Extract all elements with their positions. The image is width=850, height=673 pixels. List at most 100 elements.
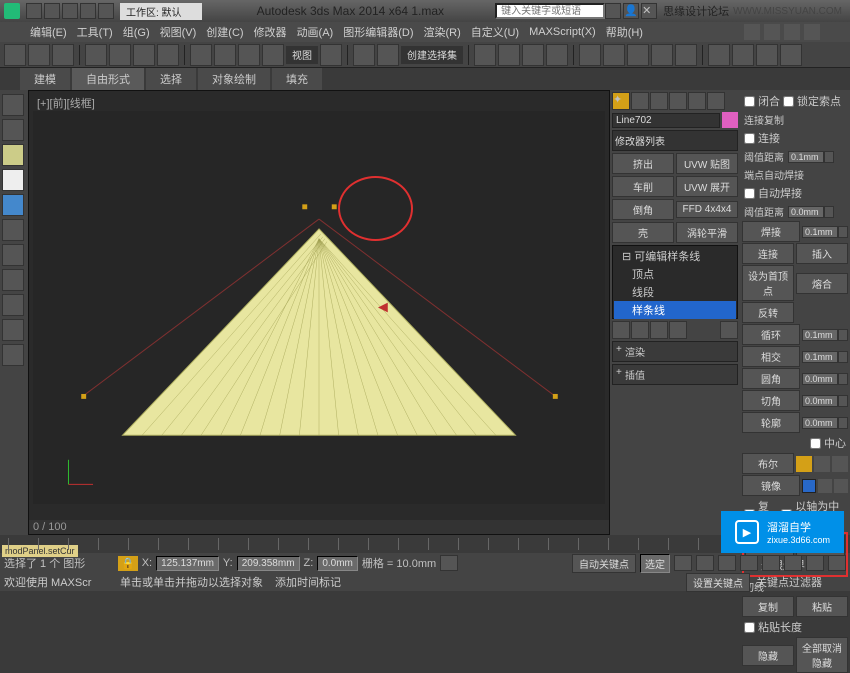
ribbon-tab-populate[interactable]: 填充 <box>272 68 322 90</box>
lt-icon-3[interactable] <box>2 144 24 166</box>
lt-icon-4[interactable] <box>2 169 24 191</box>
fillet-spinner[interactable] <box>802 373 838 385</box>
crossins-spinner[interactable] <box>802 351 838 363</box>
material-editor-icon[interactable] <box>708 44 730 66</box>
btn-crossins[interactable]: 相交 <box>742 346 800 367</box>
btn-lathe[interactable]: 车削 <box>612 176 674 197</box>
menu-edit[interactable]: 编辑(E) <box>30 24 67 40</box>
window-crossing-icon[interactable] <box>157 44 179 66</box>
set-key-button[interactable]: 设置关键点 <box>686 573 750 592</box>
lock-icon[interactable]: 🔒 <box>118 556 138 571</box>
bool-union-icon[interactable] <box>796 456 812 472</box>
add-time-marker[interactable]: 添加时间标记 <box>275 574 341 590</box>
render-setup-icon[interactable] <box>732 44 754 66</box>
schematic-icon[interactable] <box>675 44 697 66</box>
rotate-icon[interactable] <box>214 44 236 66</box>
lt-icon-9[interactable] <box>2 294 24 316</box>
fov-icon[interactable] <box>828 555 846 571</box>
lt-icon-11[interactable] <box>2 344 24 366</box>
bind-icon[interactable] <box>52 44 74 66</box>
workspace-dropdown[interactable]: 工作区: 默认 <box>120 3 202 20</box>
stack-root[interactable]: ⊟ 可编辑样条线 <box>614 247 736 265</box>
tb-undo-icon[interactable] <box>80 3 96 19</box>
rollout-interpolation[interactable]: 插值 <box>612 364 738 385</box>
viewport-canvas[interactable] <box>33 111 605 504</box>
menu-help[interactable]: 帮助(H) <box>606 24 643 40</box>
utilities-tab-icon[interactable] <box>707 92 725 110</box>
coord-x[interactable]: 125.137mm <box>156 556 219 571</box>
menu-rendering[interactable]: 渲染(R) <box>424 24 461 40</box>
bool-int-icon[interactable] <box>832 456 848 472</box>
move-icon[interactable] <box>190 44 212 66</box>
chk-closed[interactable] <box>744 96 755 107</box>
viewport-label[interactable]: [+][前][线框] <box>37 95 95 111</box>
menu-animation[interactable]: 动画(A) <box>297 24 334 40</box>
ribbon-tab-freeform[interactable]: 自由形式 <box>72 68 144 90</box>
menu-graph-editors[interactable]: 图形编辑器(D) <box>343 24 413 40</box>
btn-shell[interactable]: 壳 <box>612 222 674 243</box>
menu-customize[interactable]: 自定义(U) <box>471 24 519 40</box>
btn-outline[interactable]: 轮廓 <box>742 412 800 433</box>
lt-icon-10[interactable] <box>2 319 24 341</box>
link-icon[interactable] <box>4 44 26 66</box>
btn-paste[interactable]: 粘贴 <box>796 596 848 617</box>
btn-fillet[interactable]: 圆角 <box>742 368 800 389</box>
menu-modifiers[interactable]: 修改器 <box>254 24 287 40</box>
btn-insert[interactable]: 插入 <box>796 243 848 264</box>
menu-views[interactable]: 视图(V) <box>160 24 197 40</box>
configure-icon[interactable] <box>720 321 738 339</box>
viewport-scrollbar[interactable]: 0 / 100 <box>29 520 609 534</box>
search-icon[interactable] <box>605 3 621 19</box>
ribbon-tab-selection[interactable]: 选择 <box>146 68 196 90</box>
signin-icon[interactable]: 👤 <box>623 3 639 19</box>
zoom-all-icon[interactable] <box>784 555 802 571</box>
menu-extra-icon-4[interactable] <box>804 24 820 40</box>
menu-maxscript[interactable]: MAXScript(X) <box>529 26 596 38</box>
object-name-field[interactable]: Line702 <box>612 113 720 128</box>
stack-spline[interactable]: 样条线 <box>614 301 736 319</box>
chk-center[interactable] <box>810 438 821 449</box>
timeline-ticks[interactable] <box>8 538 842 550</box>
menu-create[interactable]: 创建(C) <box>206 24 243 40</box>
render-frame-icon[interactable] <box>756 44 778 66</box>
percent-snap-icon[interactable] <box>522 44 544 66</box>
object-color-swatch[interactable] <box>722 112 738 128</box>
menu-extra-icon-3[interactable] <box>784 24 800 40</box>
threshold-spinner[interactable] <box>788 151 824 163</box>
btn-cycle[interactable]: 循环 <box>742 324 800 345</box>
ribbon-tab-modeling[interactable]: 建模 <box>20 68 70 90</box>
chk-link[interactable] <box>744 133 755 144</box>
lt-icon-6[interactable] <box>2 219 24 241</box>
auto-key-button[interactable]: 自动关键点 <box>572 554 636 573</box>
lt-icon-2[interactable] <box>2 119 24 141</box>
display-tab-icon[interactable] <box>688 92 706 110</box>
viewport[interactable]: [+][前][线框] <box>28 90 610 535</box>
btn-mirror[interactable]: 镜像 <box>742 475 800 496</box>
mirror-h-icon[interactable] <box>802 479 816 493</box>
lt-icon-8[interactable] <box>2 269 24 291</box>
btn-weld[interactable]: 焊接 <box>742 221 800 242</box>
btn-uvw-unwrap[interactable]: UVW 展开 <box>676 176 738 197</box>
motion-tab-icon[interactable] <box>669 92 687 110</box>
mirror-tool-icon[interactable] <box>579 44 601 66</box>
snap-icon[interactable] <box>474 44 496 66</box>
tb-redo-icon[interactable] <box>98 3 114 19</box>
zoom-ext-icon[interactable] <box>806 555 824 571</box>
tb-open-icon[interactable] <box>44 3 60 19</box>
chamfer-spinner[interactable] <box>802 395 838 407</box>
angle-snap-icon[interactable] <box>498 44 520 66</box>
btn-ffd[interactable]: FFD 4x4x4 <box>676 201 738 218</box>
make-unique-icon[interactable] <box>650 321 668 339</box>
mirror-both-icon[interactable] <box>834 479 848 493</box>
stack-vertex[interactable]: 顶点 <box>614 265 736 283</box>
menu-extra-icon-2[interactable] <box>764 24 780 40</box>
mirror-v-icon[interactable] <box>818 479 832 493</box>
unlink-icon[interactable] <box>28 44 50 66</box>
btn-chamfer[interactable]: 切角 <box>742 390 800 411</box>
show-result-icon[interactable] <box>631 321 649 339</box>
lt-icon-1[interactable] <box>2 94 24 116</box>
chk-pastelen[interactable] <box>744 622 755 633</box>
key-filter-dropdown[interactable]: 选定 <box>640 554 670 573</box>
key-filters-button[interactable]: 关键点过滤器 <box>756 574 822 590</box>
create-tab-icon[interactable]: ✦ <box>612 92 630 110</box>
